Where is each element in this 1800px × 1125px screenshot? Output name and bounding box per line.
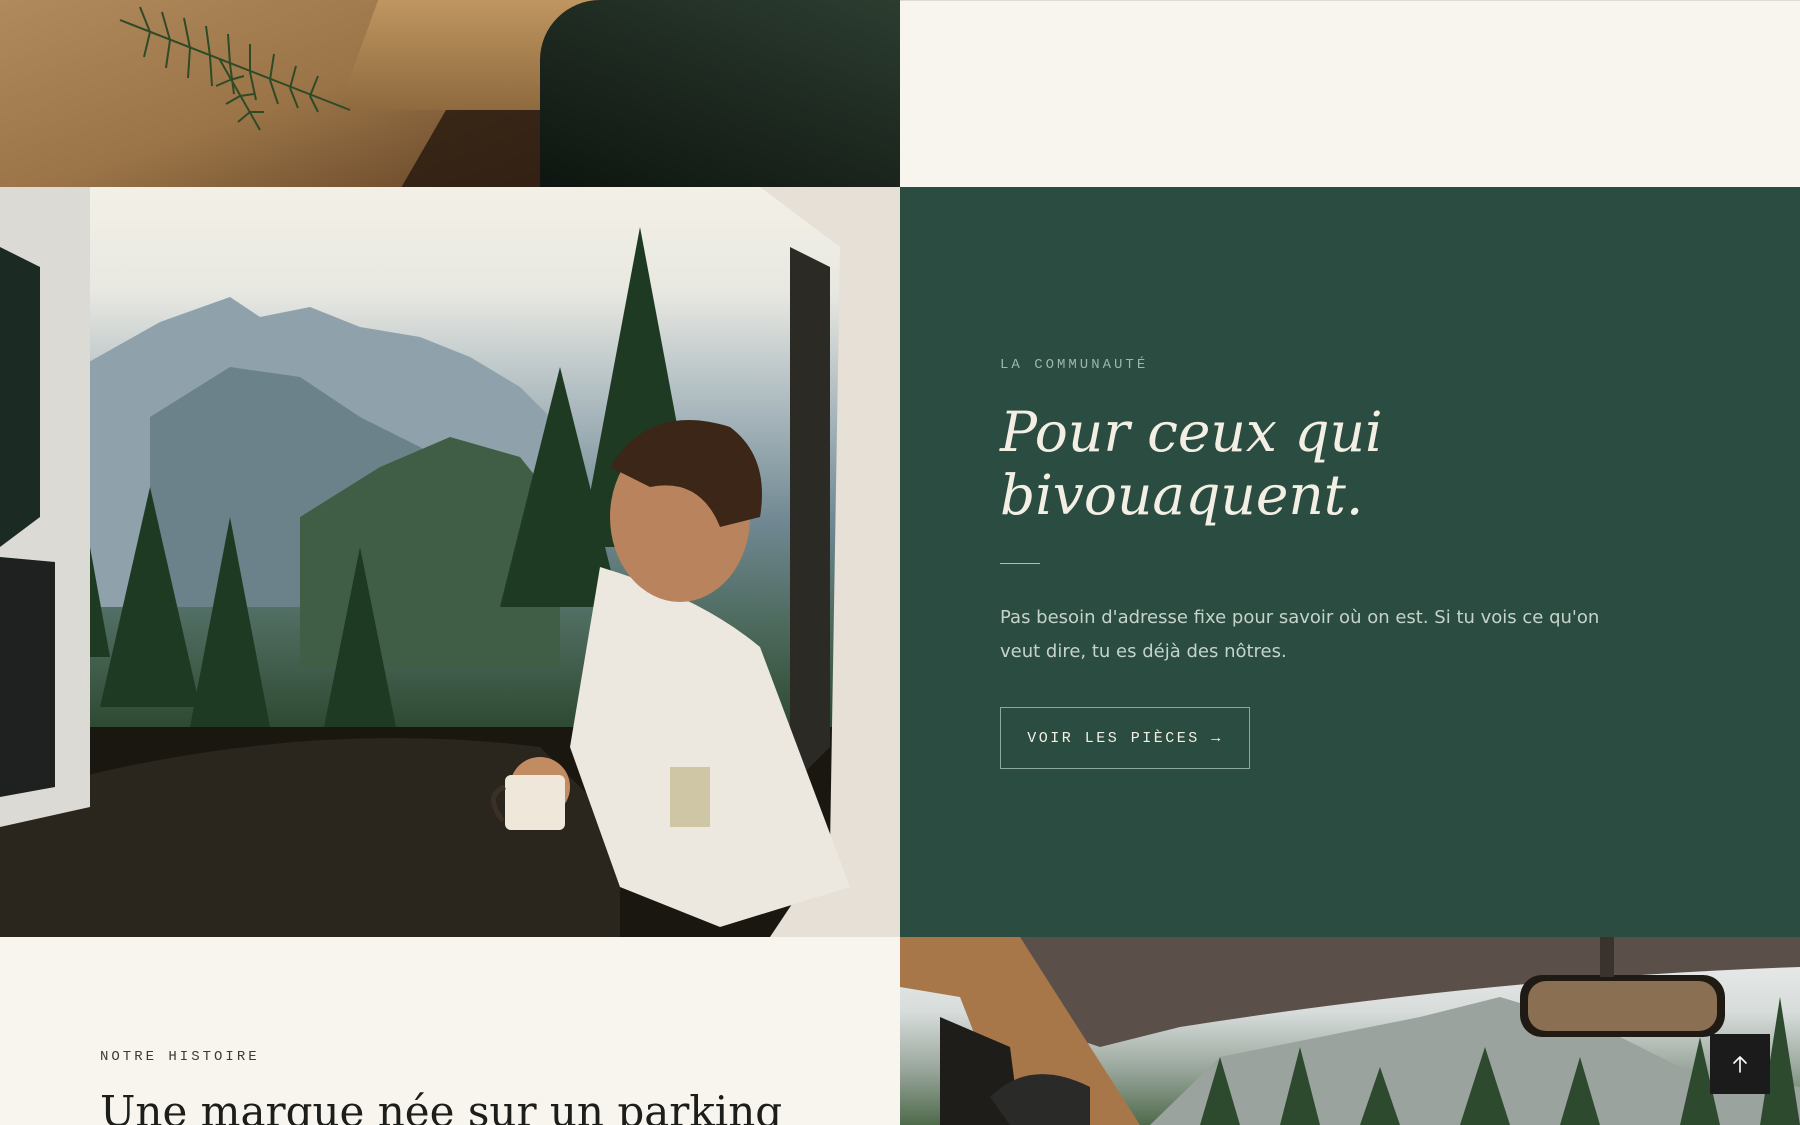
community-description: Pas besoin d'adresse fixe pour savoir où…: [1000, 607, 1600, 662]
arrow-up-icon: [1733, 1056, 1747, 1073]
story-eyebrow: NOTRE HISTOIRE: [100, 1049, 260, 1065]
pine-sprig-illustration: [119, 6, 351, 131]
back-to-top-button[interactable]: [1710, 1034, 1770, 1094]
story-heading: Une marque née sur un parking: [100, 1087, 783, 1125]
story-section: NOTRE HISTOIRE Une marque née sur un par…: [0, 937, 900, 1125]
community-section: LA COMMUNAUTÉ Pour ceux qui bivouaquent.…: [900, 187, 1800, 937]
page: LA COMMUNAUTÉ Pour ceux qui bivouaquent.…: [0, 0, 1800, 1125]
view-pieces-button[interactable]: VOIR LES PIÈCES →: [1000, 707, 1250, 769]
pine-sprig-table-photo: [0, 0, 900, 187]
community-eyebrow: LA COMMUNAUTÉ: [1000, 357, 1149, 373]
top-blank-panel: [900, 0, 1800, 187]
mountain-van-scene: [0, 187, 900, 937]
community-heading: Pour ceux qui bivouaquent.: [1000, 401, 1620, 527]
camper-man-coffee-photo: [0, 187, 900, 937]
community-heading-line-2: bivouaquent.: [1000, 463, 1364, 527]
van-interior-scene: [900, 937, 1800, 1125]
heading-divider: [1000, 563, 1040, 564]
van-interior-photo: [900, 937, 1800, 1125]
community-heading-line-1: Pour ceux qui: [1000, 400, 1383, 464]
